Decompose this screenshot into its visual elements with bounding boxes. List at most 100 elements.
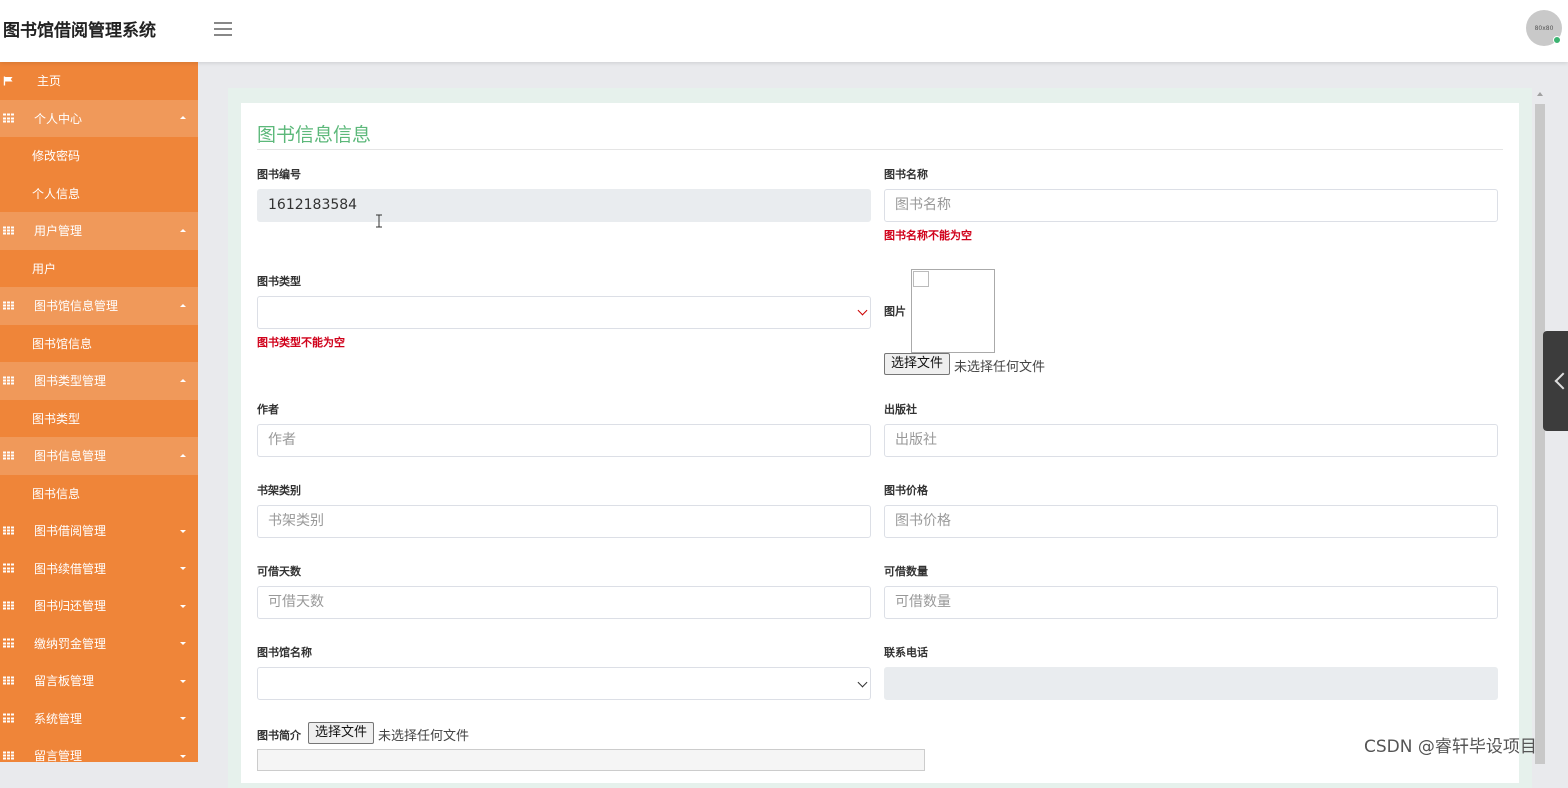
book-name-label: 图书名称 [884, 168, 928, 181]
grid-icon [3, 601, 14, 610]
sidebar: 主页 个人中心 修改密码 个人信息 用户管理 用户 图书馆信息管理 图书馆信息 … [0, 62, 198, 762]
sidebar-item-label: 图书类型 [32, 411, 81, 426]
chevron-down-icon [180, 642, 186, 646]
chevron-down-icon [180, 529, 186, 533]
intro-file-status: 未选择任何文件 [378, 729, 470, 744]
chevron-down-icon [180, 604, 186, 608]
grid-icon [3, 713, 14, 723]
sidebar-group-book-type-management[interactable]: 图书类型管理 [0, 362, 198, 400]
sidebar-item-home[interactable]: 主页 [0, 62, 198, 100]
sidebar-item-label: 个人中心 [34, 111, 83, 126]
sidebar-item-label: 图书信息 [32, 486, 81, 501]
app-title: 图书馆借阅管理系统 [3, 21, 156, 41]
intro-choose-file-button[interactable]: 选择文件 [308, 722, 375, 744]
sidebar-item-label: 图书续借管理 [34, 561, 107, 576]
chevron-up-icon [180, 453, 186, 457]
page-title: 图书信息信息 [257, 124, 372, 146]
sidebar-item-label: 图书归还管理 [34, 599, 107, 614]
grid-icon [3, 563, 14, 573]
sidebar-item-label: 修改密码 [32, 149, 81, 164]
sidebar-group-library-info-management[interactable]: 图书馆信息管理 [0, 287, 198, 325]
menu-toggle-icon[interactable] [214, 18, 232, 36]
author-label: 作者 [257, 403, 279, 416]
sidebar-group-message-board-management[interactable]: 留言板管理 [0, 662, 198, 700]
sidebar-item-change-password[interactable]: 修改密码 [0, 137, 198, 175]
sidebar-item-user[interactable]: 用户 [0, 250, 198, 288]
sidebar-item-book-info[interactable]: 图书信息 [0, 475, 198, 513]
chevron-down-icon [180, 679, 186, 683]
book-type-error: 图书类型不能为空 [257, 336, 345, 349]
sidebar-group-user-management[interactable]: 用户管理 [0, 212, 198, 250]
avatar[interactable]: 80x80 [1526, 10, 1562, 46]
book-no-label: 图书编号 [257, 168, 301, 181]
sidebar-item-label: 用户管理 [34, 224, 83, 239]
price-label: 图书价格 [884, 484, 928, 497]
collapse-panel-tab[interactable] [1543, 331, 1568, 431]
sidebar-item-label: 图书信息管理 [34, 449, 107, 464]
avatar-text: 80x80 [1534, 24, 1554, 32]
sidebar-group-fine-management[interactable]: 缴纳罚金管理 [0, 625, 198, 663]
divider [257, 149, 1503, 150]
sidebar-item-label: 个人信息 [32, 186, 81, 201]
sidebar-group-borrow-management[interactable]: 图书借阅管理 [0, 512, 198, 550]
grid-icon [3, 301, 14, 310]
sidebar-group-system-management[interactable]: 系统管理 [0, 700, 198, 738]
library-name-label: 图书馆名称 [257, 646, 312, 659]
sidebar-item-book-type[interactable]: 图书类型 [0, 400, 198, 438]
publisher-label: 出版社 [884, 403, 917, 416]
watermark: CSDN @睿轩毕设项目 [1364, 737, 1537, 757]
book-no-field[interactable]: 1612183584 [257, 189, 871, 222]
sidebar-group-message-management[interactable]: 留言管理 [0, 737, 198, 762]
phone-field[interactable] [884, 667, 1498, 700]
sidebar-group-personal-center[interactable]: 个人中心 [0, 99, 198, 137]
grid-icon [3, 113, 14, 123]
book-type-select[interactable] [257, 296, 871, 329]
sidebar-item-library-info[interactable]: 图书馆信息 [0, 325, 198, 363]
image-label: 图片 [884, 305, 906, 318]
sidebar-group-return-management[interactable]: 图书归还管理 [0, 587, 198, 625]
sidebar-group-book-info-management[interactable]: 图书信息管理 [0, 437, 198, 475]
sidebar-item-label: 图书馆信息管理 [34, 299, 119, 314]
sidebar-item-label: 主页 [37, 74, 62, 89]
book-image-preview [911, 269, 995, 353]
quantity-field[interactable]: 可借数量 [884, 586, 1498, 619]
sidebar-item-label: 留言管理 [34, 749, 83, 762]
sidebar-group-renew-management[interactable]: 图书续借管理 [0, 550, 198, 588]
image-choose-file-button[interactable]: 选择文件 [884, 353, 951, 375]
publisher-field[interactable]: 出版社 [884, 424, 1498, 457]
sidebar-item-label: 图书借阅管理 [34, 524, 107, 539]
shelf-field[interactable]: 书架类别 [257, 505, 871, 538]
intro-label: 图书简介 [257, 729, 301, 742]
grid-icon [3, 526, 14, 535]
grid-icon [3, 638, 14, 648]
text-cursor-icon [376, 214, 382, 228]
rich-text-editor-toolbar[interactable] [257, 749, 925, 771]
chevron-down-icon [180, 754, 186, 758]
grid-icon [3, 226, 14, 235]
sidebar-item-label: 图书馆信息 [32, 336, 93, 351]
broken-image-icon [913, 271, 929, 287]
quantity-label: 可借数量 [884, 565, 928, 578]
chevron-up-icon [180, 116, 186, 120]
chevron-up-icon [180, 378, 186, 382]
sidebar-item-label: 用户 [32, 261, 57, 276]
phone-label: 联系电话 [884, 646, 928, 659]
scrollbar-thumb[interactable] [1535, 104, 1545, 764]
library-name-select[interactable] [257, 667, 871, 700]
days-field[interactable]: 可借天数 [257, 586, 871, 619]
image-file-status: 未选择任何文件 [954, 360, 1046, 375]
book-name-field[interactable]: 图书名称 [884, 189, 1498, 222]
sidebar-item-label: 留言板管理 [34, 674, 95, 689]
author-field[interactable]: 作者 [257, 424, 871, 457]
shelf-label: 书架类别 [257, 484, 301, 497]
days-label: 可借天数 [257, 565, 301, 578]
price-field[interactable]: 图书价格 [884, 505, 1498, 538]
book-name-error: 图书名称不能为空 [884, 229, 972, 242]
grid-icon [3, 376, 14, 385]
sidebar-item-label: 缴纳罚金管理 [34, 636, 107, 651]
book-type-label: 图书类型 [257, 275, 301, 288]
chevron-up-icon [180, 303, 186, 307]
scroll-up-arrow-icon[interactable] [1537, 92, 1543, 96]
chevron-up-icon [180, 228, 186, 232]
sidebar-item-personal-info[interactable]: 个人信息 [0, 175, 198, 213]
